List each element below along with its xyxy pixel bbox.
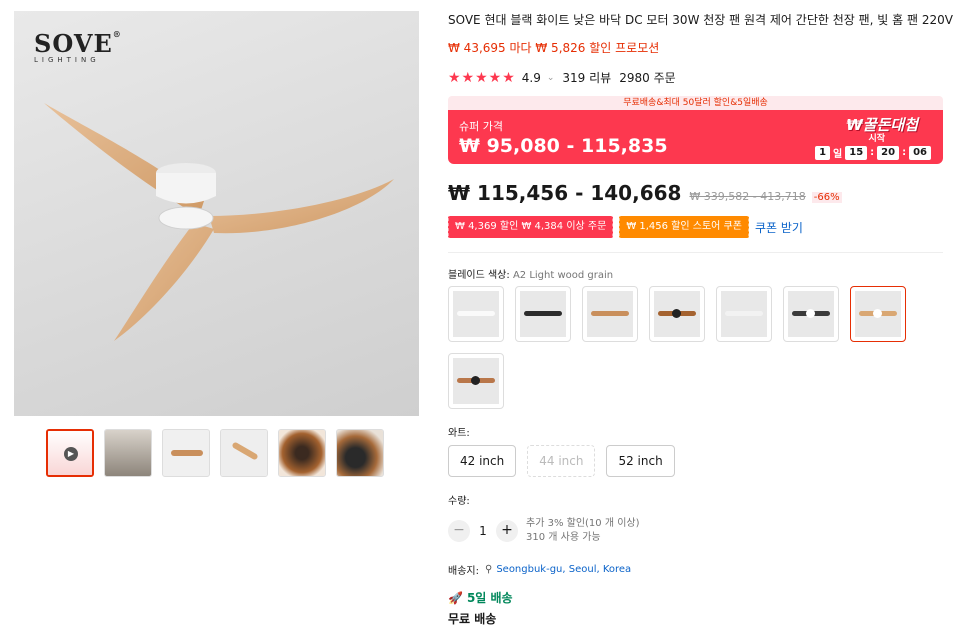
current-price: ₩ 115,456 - 140,668	[448, 181, 682, 205]
price-row: ₩ 115,456 - 140,668 ₩ 339,582 - 413,718 …	[448, 181, 842, 205]
product-title: SOVE 현대 블랙 화이트 낮은 바닥 DC 모터 30W 천장 팬 원격 제…	[448, 13, 953, 27]
countdown-timer: 1 일 15 : 20 : 06	[815, 145, 931, 160]
shipping-label: 배송지:	[448, 566, 479, 577]
blade-color-options	[448, 286, 918, 409]
promo-line: ₩ 43,695 마다 ₩ 5,826 할인 프로모션	[448, 41, 660, 55]
color-swatch-selected[interactable]	[850, 286, 906, 342]
color-swatch[interactable]	[783, 286, 839, 342]
location-pin-icon: ⚲	[484, 564, 493, 575]
color-swatch[interactable]	[716, 286, 772, 342]
star-rating-icon: ★★★★★	[448, 69, 516, 86]
blade-color-value: A2 Light wood grain	[512, 270, 614, 281]
blade-color-label: 블레이드 색상: A2 Light wood grain	[448, 270, 614, 281]
color-swatch[interactable]	[649, 286, 705, 342]
thumbnail-image[interactable]	[336, 429, 384, 477]
thumbnail-image[interactable]	[162, 429, 210, 477]
size-options: 42 inch 44 inch 52 inch	[448, 445, 675, 477]
free-shipping: 무료 배송	[448, 612, 497, 626]
discount-badge: -66%	[811, 192, 842, 203]
bulk-discount-note: 추가 3% 할인(10 개 이상)	[526, 518, 640, 529]
coupon-row: ₩ 4,369 할인 ₩ 4,384 이상 주문 ₩ 1,456 할인 스토어 …	[448, 216, 803, 238]
size-option-52[interactable]: 52 inch	[606, 445, 675, 477]
stock-available: 310 개 사용 가능	[526, 532, 601, 543]
color-swatch[interactable]	[448, 353, 504, 409]
shipping-location-link[interactable]: Seongbuk-gu, Seoul, Korea	[496, 564, 631, 575]
color-swatch[interactable]	[448, 286, 504, 342]
chevron-down-icon[interactable]: ⌄	[547, 73, 555, 83]
countdown-hours: 15	[845, 145, 868, 160]
countdown-seconds: 06	[909, 145, 931, 160]
shipping-destination: 배송지: ⚲ Seongbuk-gu, Seoul, Korea	[448, 562, 631, 577]
order-count: 2980 주문	[619, 71, 676, 85]
main-product-image[interactable]: SOVE® LIGHTING	[14, 11, 419, 416]
rating-value: 4.9	[521, 70, 541, 85]
thumbnail-image[interactable]	[220, 429, 268, 477]
ceiling-fan-illustration	[44, 103, 394, 341]
fast-delivery: 🚀 5일 배송	[448, 590, 513, 606]
super-price-banner: 슈퍼 가격 ₩ 95,080 - 115,835 ₩꿀돈대첩 시작 1 일 15…	[448, 110, 943, 164]
countdown-day-unit: 일	[833, 149, 843, 160]
quantity-label: 수량:	[448, 496, 470, 507]
super-price-label: 슈퍼 가격	[459, 120, 503, 133]
review-count[interactable]: 319 리뷰	[562, 69, 611, 86]
countdown-start-label: 시작	[868, 134, 885, 144]
coupon-order-discount[interactable]: ₩ 4,369 할인 ₩ 4,384 이상 주문	[448, 216, 614, 238]
color-swatch[interactable]	[582, 286, 638, 342]
watt-label: 와트:	[448, 428, 470, 439]
divider	[448, 252, 943, 253]
quantity-decrease-button[interactable]: −	[448, 520, 470, 542]
rating-row: ★★★★★ 4.9 ⌄ 319 리뷰 2980 주문	[448, 69, 676, 86]
countdown-days: 1	[815, 145, 831, 160]
original-price: ₩ 339,582 - 413,718	[689, 190, 806, 203]
thumbnail-video[interactable]: ▶	[46, 429, 94, 477]
thumbnail-image[interactable]	[278, 429, 326, 477]
thumbnail-image[interactable]	[104, 429, 152, 477]
size-option-42[interactable]: 42 inch	[448, 445, 517, 477]
color-swatch[interactable]	[515, 286, 571, 342]
quantity-stepper: − 1 + 추가 3% 할인(10 개 이상) 310 개 사용 가능	[448, 517, 640, 545]
quantity-increase-button[interactable]: +	[496, 520, 518, 542]
rocket-icon: 🚀	[448, 590, 463, 605]
super-price-value: ₩ 95,080 - 115,835	[459, 135, 668, 157]
quantity-info: 추가 3% 할인(10 개 이상) 310 개 사용 가능	[526, 517, 640, 545]
play-icon: ▶	[64, 447, 78, 461]
coupon-store[interactable]: ₩ 1,456 할인 스토어 쿠폰	[619, 216, 749, 238]
thumbnail-strip: ▶	[46, 429, 384, 477]
countdown-minutes: 20	[877, 145, 900, 160]
banner-top-text: 무료배송&최대 50달러 할인&5일배송	[448, 96, 943, 110]
get-coupon-link[interactable]: 쿠폰 받기	[755, 219, 803, 236]
size-option-44-disabled: 44 inch	[527, 445, 596, 477]
quantity-value[interactable]: 1	[470, 524, 496, 538]
